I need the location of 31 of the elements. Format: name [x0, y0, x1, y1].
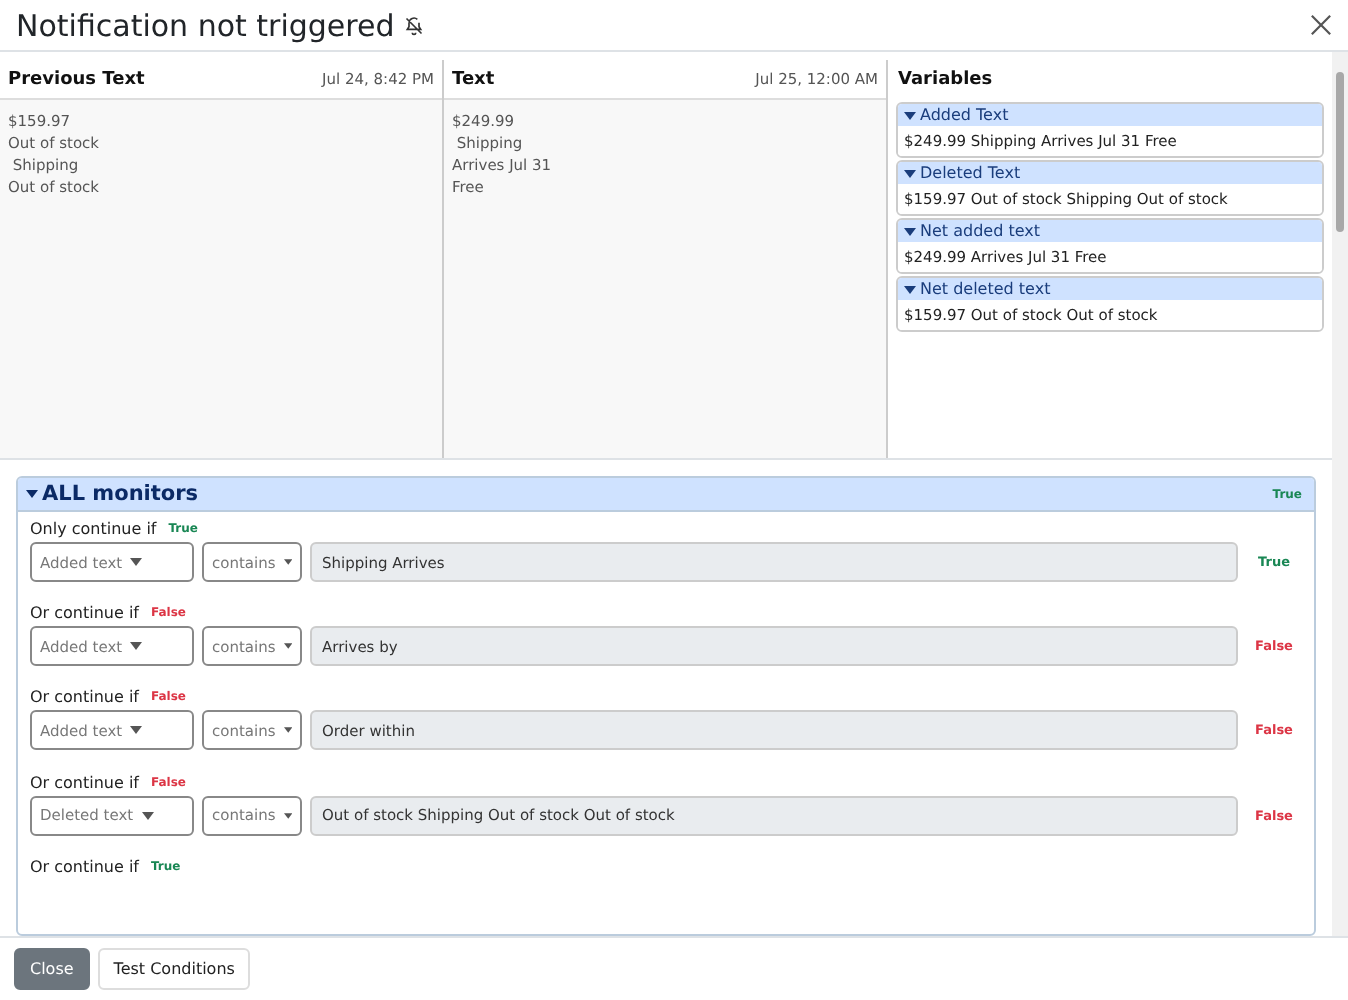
caret-icon [130, 558, 143, 566]
close-button[interactable]: Close [14, 948, 90, 990]
caret-icon [26, 490, 38, 498]
caret-icon [904, 169, 916, 177]
caret-icon [904, 285, 916, 293]
caret-icon [141, 811, 154, 820]
scrollbar[interactable] [1332, 52, 1348, 936]
test-button[interactable]: Test Conditions [97, 948, 251, 990]
caret-icon [130, 726, 143, 735]
condition-label: Or continue if [30, 773, 139, 792]
caret-icon [283, 726, 292, 735]
caret-icon [130, 642, 143, 651]
condition-label: Or continue if [30, 604, 139, 623]
condition-label: Or continue if [30, 688, 139, 707]
caret-icon [283, 558, 292, 566]
variable-header[interactable]: Net added text [898, 220, 1322, 242]
close-icon[interactable] [1310, 14, 1332, 36]
column-heading: Text [452, 69, 495, 89]
caret-icon [904, 111, 916, 119]
caret-icon [904, 227, 916, 235]
column-heading: Previous Text [8, 69, 145, 89]
variable-header[interactable]: Added Text [898, 104, 1322, 126]
dialog-title: Notification not triggered [16, 7, 425, 43]
variable-header[interactable]: Net deleted text [898, 278, 1322, 300]
condition-label: Or continue if [30, 857, 139, 876]
condition-label: Only continue if [30, 520, 157, 538]
column-heading: Variables [898, 70, 993, 90]
variable-header[interactable]: Deleted Text [898, 162, 1322, 184]
caret-icon [283, 642, 292, 651]
caret-icon [283, 811, 292, 820]
bell-off-icon [404, 15, 425, 35]
